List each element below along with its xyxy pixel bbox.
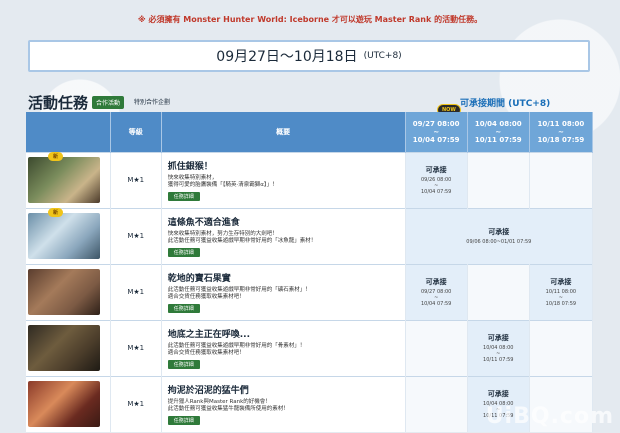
new-badge: 新	[48, 151, 64, 161]
event-period-timezone: (UTC+8)	[363, 51, 402, 61]
quest-summary: 拘泥於沼泥的猛牛們 提升獵人Rank與Master Rank的好機會！ 此活動任…	[161, 375, 406, 432]
quest-title: 地底之主正在呼喚...	[167, 330, 250, 340]
quest-line2: 適合交貨任務獲取收集素材吧！	[167, 294, 245, 300]
coop-tag: 合作活動	[92, 96, 125, 109]
schedule-end: 10/11 07:59	[483, 357, 514, 363]
quest-line2: 適合交貨任務獲取收集素材吧！	[167, 350, 245, 356]
quest-rank: M★1	[110, 207, 162, 264]
quest-rank: M★1	[110, 375, 162, 432]
quest-summary: 地底之主正在呼喚... 此活動任務可獲益收集遊戲早期非常好用的「骨素材」！ 適合…	[161, 319, 406, 376]
schedule-title: 可承接	[488, 228, 510, 236]
quest-line1: 快來收集特別素材，努力生存特別的大劍吧！	[167, 231, 278, 237]
requirement-notice: ※ 必須擁有 Monster Hunter World: Iceborne 才可…	[137, 15, 483, 24]
quest-table: 等級 概要 09/27 08:00 ~ 10/04 07:59 10/04 08…	[26, 112, 594, 432]
quest-line1: 快來收集特別素材，	[167, 175, 218, 181]
table-row: 新 M★1 這條魚不適合進食 快來收集特別素材，努力生存特別的大劍吧！ 此活動任…	[26, 207, 594, 264]
quest-detail-button[interactable]: 任務詳細	[167, 416, 200, 426]
header-week3: 10/11 08:00 ~ 10/18 07:59	[529, 112, 594, 152]
schedule-week3	[529, 319, 594, 376]
schedule-title: 可承接	[487, 390, 509, 399]
quest-line2: 此活動任務可獲益收集猛牛龍裝備所使用的素材！	[167, 406, 289, 413]
quest-thumbnail[interactable]	[28, 157, 100, 203]
schedule-week2	[467, 263, 530, 320]
quest-detail-button[interactable]: 任務詳細	[167, 248, 200, 257]
quest-title: 拘泥於沼泥的猛牛們	[167, 386, 249, 397]
header-level: 等級	[110, 112, 162, 152]
quest-title: 抓住銀猴！	[167, 162, 213, 172]
schedule-title: 可承接	[550, 278, 572, 286]
schedule-title: 可承接	[487, 334, 509, 342]
quest-detail-button[interactable]: 任務詳細	[167, 304, 200, 313]
quest-rank: M★1	[110, 151, 162, 208]
quest-thumbnail[interactable]	[28, 381, 100, 428]
table-row: M★1 乾地的寶石果實 此活動任務可獲益收集遊戲早期非常好用的「礦石素材」！ 適…	[26, 263, 594, 320]
quest-detail-button[interactable]: 任務詳細	[167, 360, 200, 369]
schedule-end: 10/18 07:59	[545, 301, 577, 307]
quest-image-cell: 新	[26, 207, 111, 264]
special-tag: 特別合作企劃	[134, 99, 171, 106]
quest-rank: M★1	[110, 319, 162, 376]
quest-image-cell	[26, 375, 111, 432]
quest-thumbnail[interactable]	[28, 325, 100, 371]
schedule-title: 可承接	[425, 166, 447, 174]
event-period-dates: 09月27日～10月18日	[216, 49, 358, 65]
schedule-range: 09/06 08:00~01/01 07:59	[466, 239, 532, 245]
header-week1: 09/27 08:00 ~ 10/04 07:59	[405, 112, 468, 152]
table-row: 新 M★1 抓住銀猴！ 快來收集特別素材， 獲得可愛的胎鷹裝備「【騎英‧清泉霸獅…	[26, 151, 594, 208]
watermark-logo: UiBQ.com	[485, 404, 614, 429]
schedule-week1: 可承接 09/27 08:00 ~ 10/04 07:59	[405, 263, 468, 320]
schedule-end: 10/04 07:59	[420, 189, 452, 195]
quest-detail-button[interactable]: 任務詳細	[167, 192, 200, 201]
table-header-row: 等級 概要 09/27 08:00 ~ 10/04 07:59 10/04 08…	[26, 112, 594, 152]
quest-rank: M★1	[110, 263, 162, 320]
schedule-week1	[405, 319, 468, 376]
schedule-week3	[529, 151, 594, 208]
quest-title: 乾地的寶石果實	[167, 274, 231, 284]
header-summary: 概要	[161, 112, 406, 152]
schedule-week1: 可承接 09/26 08:00 ~ 10/04 07:59	[405, 151, 468, 208]
quest-line2: 此活動任務可獲益收集遊戲早期非常好用的「冰魚龍」素材！	[167, 238, 317, 244]
schedule-all-weeks: 可承接 09/06 08:00~01/01 07:59	[405, 207, 594, 264]
table-row: M★1 地底之主正在呼喚... 此活動任務可獲益收集遊戲早期非常好用的「骨素材」…	[26, 319, 594, 376]
available-period-label: 可承接期間 (UTC+8)	[460, 99, 551, 109]
quest-image-cell: 新	[26, 151, 111, 208]
quest-thumbnail[interactable]	[28, 269, 100, 315]
section-title: 活動任務	[28, 94, 89, 112]
quest-summary: 這條魚不適合進食 快來收集特別素材，努力生存特別的大劍吧！ 此活動任務可獲益收集…	[161, 207, 406, 264]
schedule-week2	[467, 151, 530, 208]
quest-summary: 抓住銀猴！ 快來收集特別素材， 獲得可愛的胎鷹裝備「【騎英‧清泉霸獅α】」！ 任…	[161, 151, 406, 208]
header-week2: 10/04 08:00 ~ 10/11 07:59	[467, 112, 530, 152]
quest-summary: 乾地的寶石果實 此活動任務可獲益收集遊戲早期非常好用的「礦石素材」！ 適合交貨任…	[161, 263, 406, 320]
new-badge: 新	[48, 207, 64, 217]
header-image	[26, 112, 111, 152]
quest-line1: 此活動任務可獲益收集遊戲早期非常好用的「骨素材」！	[167, 343, 306, 349]
quest-thumbnail[interactable]	[28, 213, 100, 259]
quest-image-cell	[26, 319, 111, 376]
schedule-end: 10/04 07:59	[420, 301, 452, 307]
quest-image-cell	[26, 263, 111, 320]
quest-line1: 此活動任務可獲益收集遊戲早期非常好用的「礦石素材」！	[167, 287, 311, 293]
schedule-week3: 可承接 10/11 08:00 ~ 10/18 07:59	[529, 263, 594, 320]
schedule-week2: 可承接 10/04 08:00 ~ 10/11 07:59	[467, 319, 530, 376]
schedule-week1	[405, 375, 468, 432]
quest-title: 這條魚不適合進食	[167, 218, 240, 228]
schedule-title: 可承接	[425, 278, 447, 286]
event-period-box: 09月27日～10月18日 (UTC+8)	[28, 40, 590, 72]
quest-line2: 獲得可愛的胎鷹裝備「【騎英‧清泉霸獅α】」！	[167, 182, 278, 188]
